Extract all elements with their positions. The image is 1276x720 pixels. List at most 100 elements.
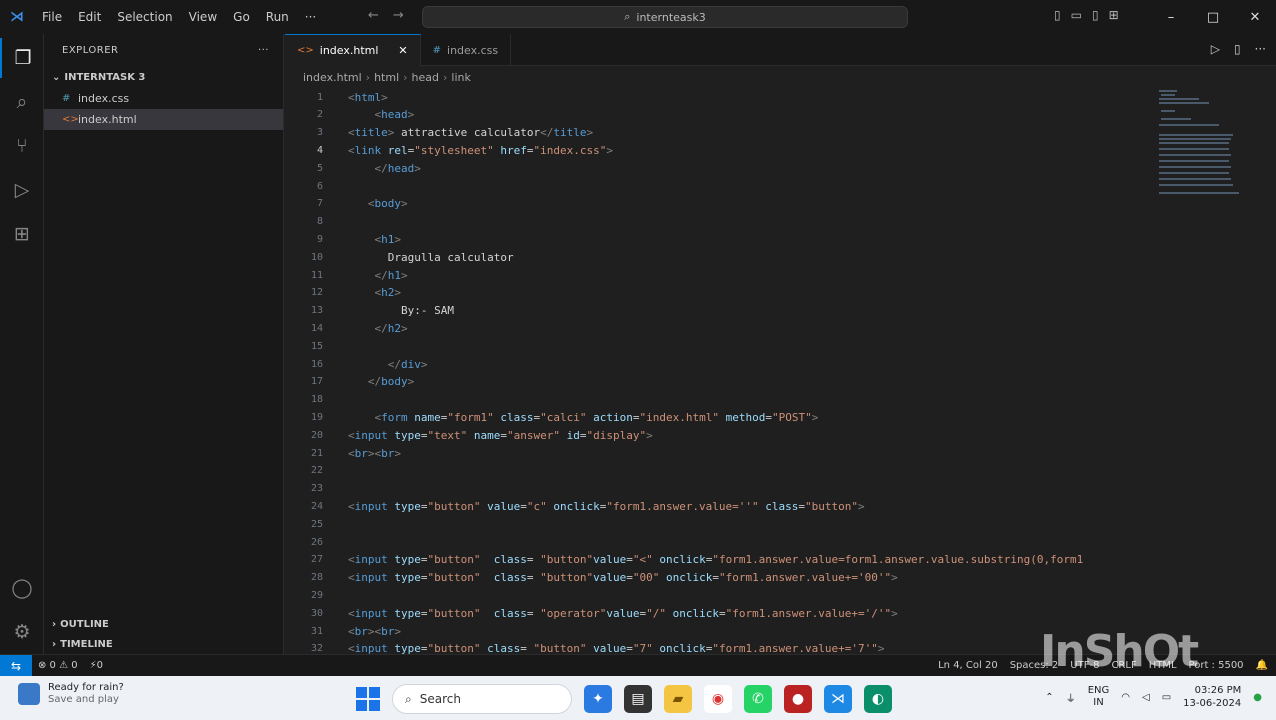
line-number: 4 bbox=[316, 144, 323, 156]
app-icon[interactable]: ● bbox=[784, 685, 812, 713]
tab-label: index.html bbox=[319, 44, 379, 57]
weather-title: Ready for rain? bbox=[48, 682, 124, 693]
split-editor-icon[interactable]: ▯ bbox=[1234, 42, 1241, 56]
search-icon: ⌕ bbox=[624, 10, 631, 23]
explorer-title: EXPLORER bbox=[62, 44, 119, 56]
menu-edit[interactable]: Edit bbox=[70, 10, 109, 24]
usb-icon[interactable]: ⏚ bbox=[1066, 690, 1076, 705]
css-file-icon: # bbox=[432, 44, 442, 56]
menu-more[interactable]: ··· bbox=[297, 10, 324, 24]
toggle-secondary-sidebar-icon[interactable]: ▯ bbox=[1092, 8, 1099, 22]
edge-icon[interactable]: ◐ bbox=[864, 685, 892, 713]
maximize-icon[interactable]: □ bbox=[1192, 10, 1234, 25]
run-icon[interactable]: ▷ bbox=[1211, 42, 1220, 56]
line-number: 23 bbox=[310, 483, 323, 495]
menu-file[interactable]: File bbox=[34, 10, 70, 24]
code-line: <input type="button" class= "operator"va… bbox=[348, 606, 898, 620]
notifications-bell-icon[interactable]: 🔔 bbox=[1256, 660, 1268, 671]
code-editor[interactable]: 1 <html> 2 <head> 3 <title> attractive cal… bbox=[285, 88, 1151, 654]
back-arrow-icon[interactable]: ← bbox=[368, 8, 379, 23]
folder-internask3[interactable]: ⌄ INTERNTASK 3 bbox=[44, 66, 283, 88]
file-name: index.css bbox=[78, 92, 130, 105]
minimize-icon[interactable]: – bbox=[1150, 10, 1192, 25]
css-file-icon: # bbox=[62, 93, 71, 104]
chevron-right-icon: › bbox=[52, 618, 57, 630]
clock-time[interactable]: 03:26 PM bbox=[1183, 684, 1242, 697]
line-number: 21 bbox=[310, 447, 323, 459]
code-line: </body> bbox=[367, 375, 415, 389]
clock-date[interactable]: 13-06-2024 bbox=[1183, 697, 1241, 710]
line-number: 24 bbox=[310, 500, 323, 512]
tab-index-css[interactable]: # index.css bbox=[421, 34, 512, 66]
vscode-taskbar-icon[interactable]: ⋊ bbox=[824, 685, 852, 713]
menu-go[interactable]: Go bbox=[225, 10, 258, 24]
customize-layout-icon[interactable]: ⊞ bbox=[1109, 8, 1119, 22]
file-explorer-icon[interactable]: ▰ bbox=[664, 685, 692, 713]
remote-indicator-icon[interactable]: ⇆ bbox=[0, 654, 32, 677]
ports-indicator[interactable]: ⚡0 bbox=[84, 660, 109, 671]
line-number: 27 bbox=[310, 554, 323, 566]
settings-gear-icon[interactable]: ⚙ bbox=[0, 612, 44, 652]
menu-run[interactable]: Run bbox=[258, 10, 297, 24]
toggle-panel-icon[interactable]: ▭ bbox=[1071, 8, 1082, 22]
code-line: <input type="button" class= "button"valu… bbox=[348, 553, 1084, 567]
command-center-text: internteask3 bbox=[636, 10, 706, 24]
forward-arrow-icon[interactable]: → bbox=[393, 8, 404, 23]
code-line: </head> bbox=[374, 161, 421, 175]
windows-start-icon[interactable] bbox=[356, 687, 380, 711]
chrome-icon[interactable]: ◉ bbox=[704, 685, 732, 713]
command-center-search[interactable]: ⌕ internteask3 bbox=[422, 6, 908, 28]
code-line: <title> attractive calculator</title> bbox=[348, 126, 594, 140]
language-bottom[interactable]: IN bbox=[1088, 697, 1110, 709]
file-item-index-html[interactable]: <> index.html bbox=[44, 109, 283, 130]
problems-indicator[interactable]: ⊗ 0 ⚠ 0 bbox=[32, 660, 84, 671]
timeline-label: TIMELINE bbox=[60, 638, 113, 650]
task-view-icon[interactable]: ▤ bbox=[624, 685, 652, 713]
more-actions-icon[interactable]: ··· bbox=[1255, 42, 1266, 56]
vscode-logo-icon: ⋊ bbox=[10, 9, 24, 25]
line-number: 10 bbox=[310, 251, 323, 263]
code-line: <form name="form1" class="calci" action=… bbox=[374, 410, 819, 424]
line-number: 26 bbox=[310, 536, 323, 548]
menu-selection[interactable]: Selection bbox=[109, 10, 180, 24]
breadcrumb-link[interactable]: link bbox=[451, 71, 470, 84]
vertical-scrollbar[interactable] bbox=[1262, 88, 1276, 654]
cursor-position[interactable]: Ln 4, Col 20 bbox=[938, 660, 998, 671]
wifi-icon[interactable]: ◠ bbox=[1121, 692, 1130, 703]
minimap[interactable] bbox=[1151, 88, 1261, 654]
line-number: 32 bbox=[310, 643, 323, 654]
run-debug-icon[interactable]: ▷ bbox=[0, 170, 44, 210]
breadcrumb-head[interactable]: head bbox=[412, 71, 439, 84]
battery-icon[interactable]: ▭ bbox=[1162, 692, 1171, 703]
code-line: <h2> bbox=[374, 286, 402, 300]
more-actions-icon[interactable]: ··· bbox=[258, 45, 269, 56]
taskbar-search[interactable]: ⌕ Search bbox=[392, 684, 572, 714]
extensions-icon[interactable]: ⊞ bbox=[0, 214, 44, 254]
code-line: <head> bbox=[374, 108, 415, 122]
line-number: 5 bbox=[316, 162, 323, 174]
language-top[interactable]: ENG bbox=[1088, 685, 1110, 697]
breadcrumb-file[interactable]: index.html bbox=[303, 71, 362, 84]
source-control-icon[interactable]: ⑂ bbox=[0, 126, 44, 166]
whatsapp-icon[interactable]: ✆ bbox=[744, 685, 772, 713]
menu-view[interactable]: View bbox=[181, 10, 225, 24]
tab-label: index.css bbox=[447, 43, 499, 57]
notification-dot-icon[interactable]: ● bbox=[1253, 692, 1262, 703]
weather-widget[interactable]: Ready for rain? Save and play bbox=[18, 682, 124, 706]
search-icon[interactable]: ⌕ bbox=[0, 82, 44, 122]
file-item-index-css[interactable]: # index.css bbox=[44, 88, 283, 109]
chevron-up-icon[interactable]: ⌃ bbox=[1045, 692, 1053, 703]
copilot-app-icon[interactable]: ✦ bbox=[584, 685, 612, 713]
breadcrumb-html[interactable]: html bbox=[374, 71, 399, 84]
breadcrumb-separator: › bbox=[403, 70, 408, 84]
breadcrumb-separator: › bbox=[443, 70, 448, 84]
volume-icon[interactable]: ◁ bbox=[1142, 692, 1150, 703]
close-icon[interactable]: ✕ bbox=[1234, 10, 1276, 25]
tab-index-html[interactable]: <> index.html ✕ bbox=[285, 34, 421, 66]
account-icon[interactable]: ◯ bbox=[0, 568, 44, 608]
close-tab-icon[interactable]: ✕ bbox=[398, 44, 407, 57]
toggle-sidebar-icon[interactable]: ▯ bbox=[1054, 8, 1061, 22]
explorer-icon[interactable]: ❐ bbox=[0, 38, 44, 78]
outline-section[interactable]: › OUTLINE bbox=[44, 614, 284, 634]
timeline-section[interactable]: › TIMELINE bbox=[44, 634, 284, 654]
